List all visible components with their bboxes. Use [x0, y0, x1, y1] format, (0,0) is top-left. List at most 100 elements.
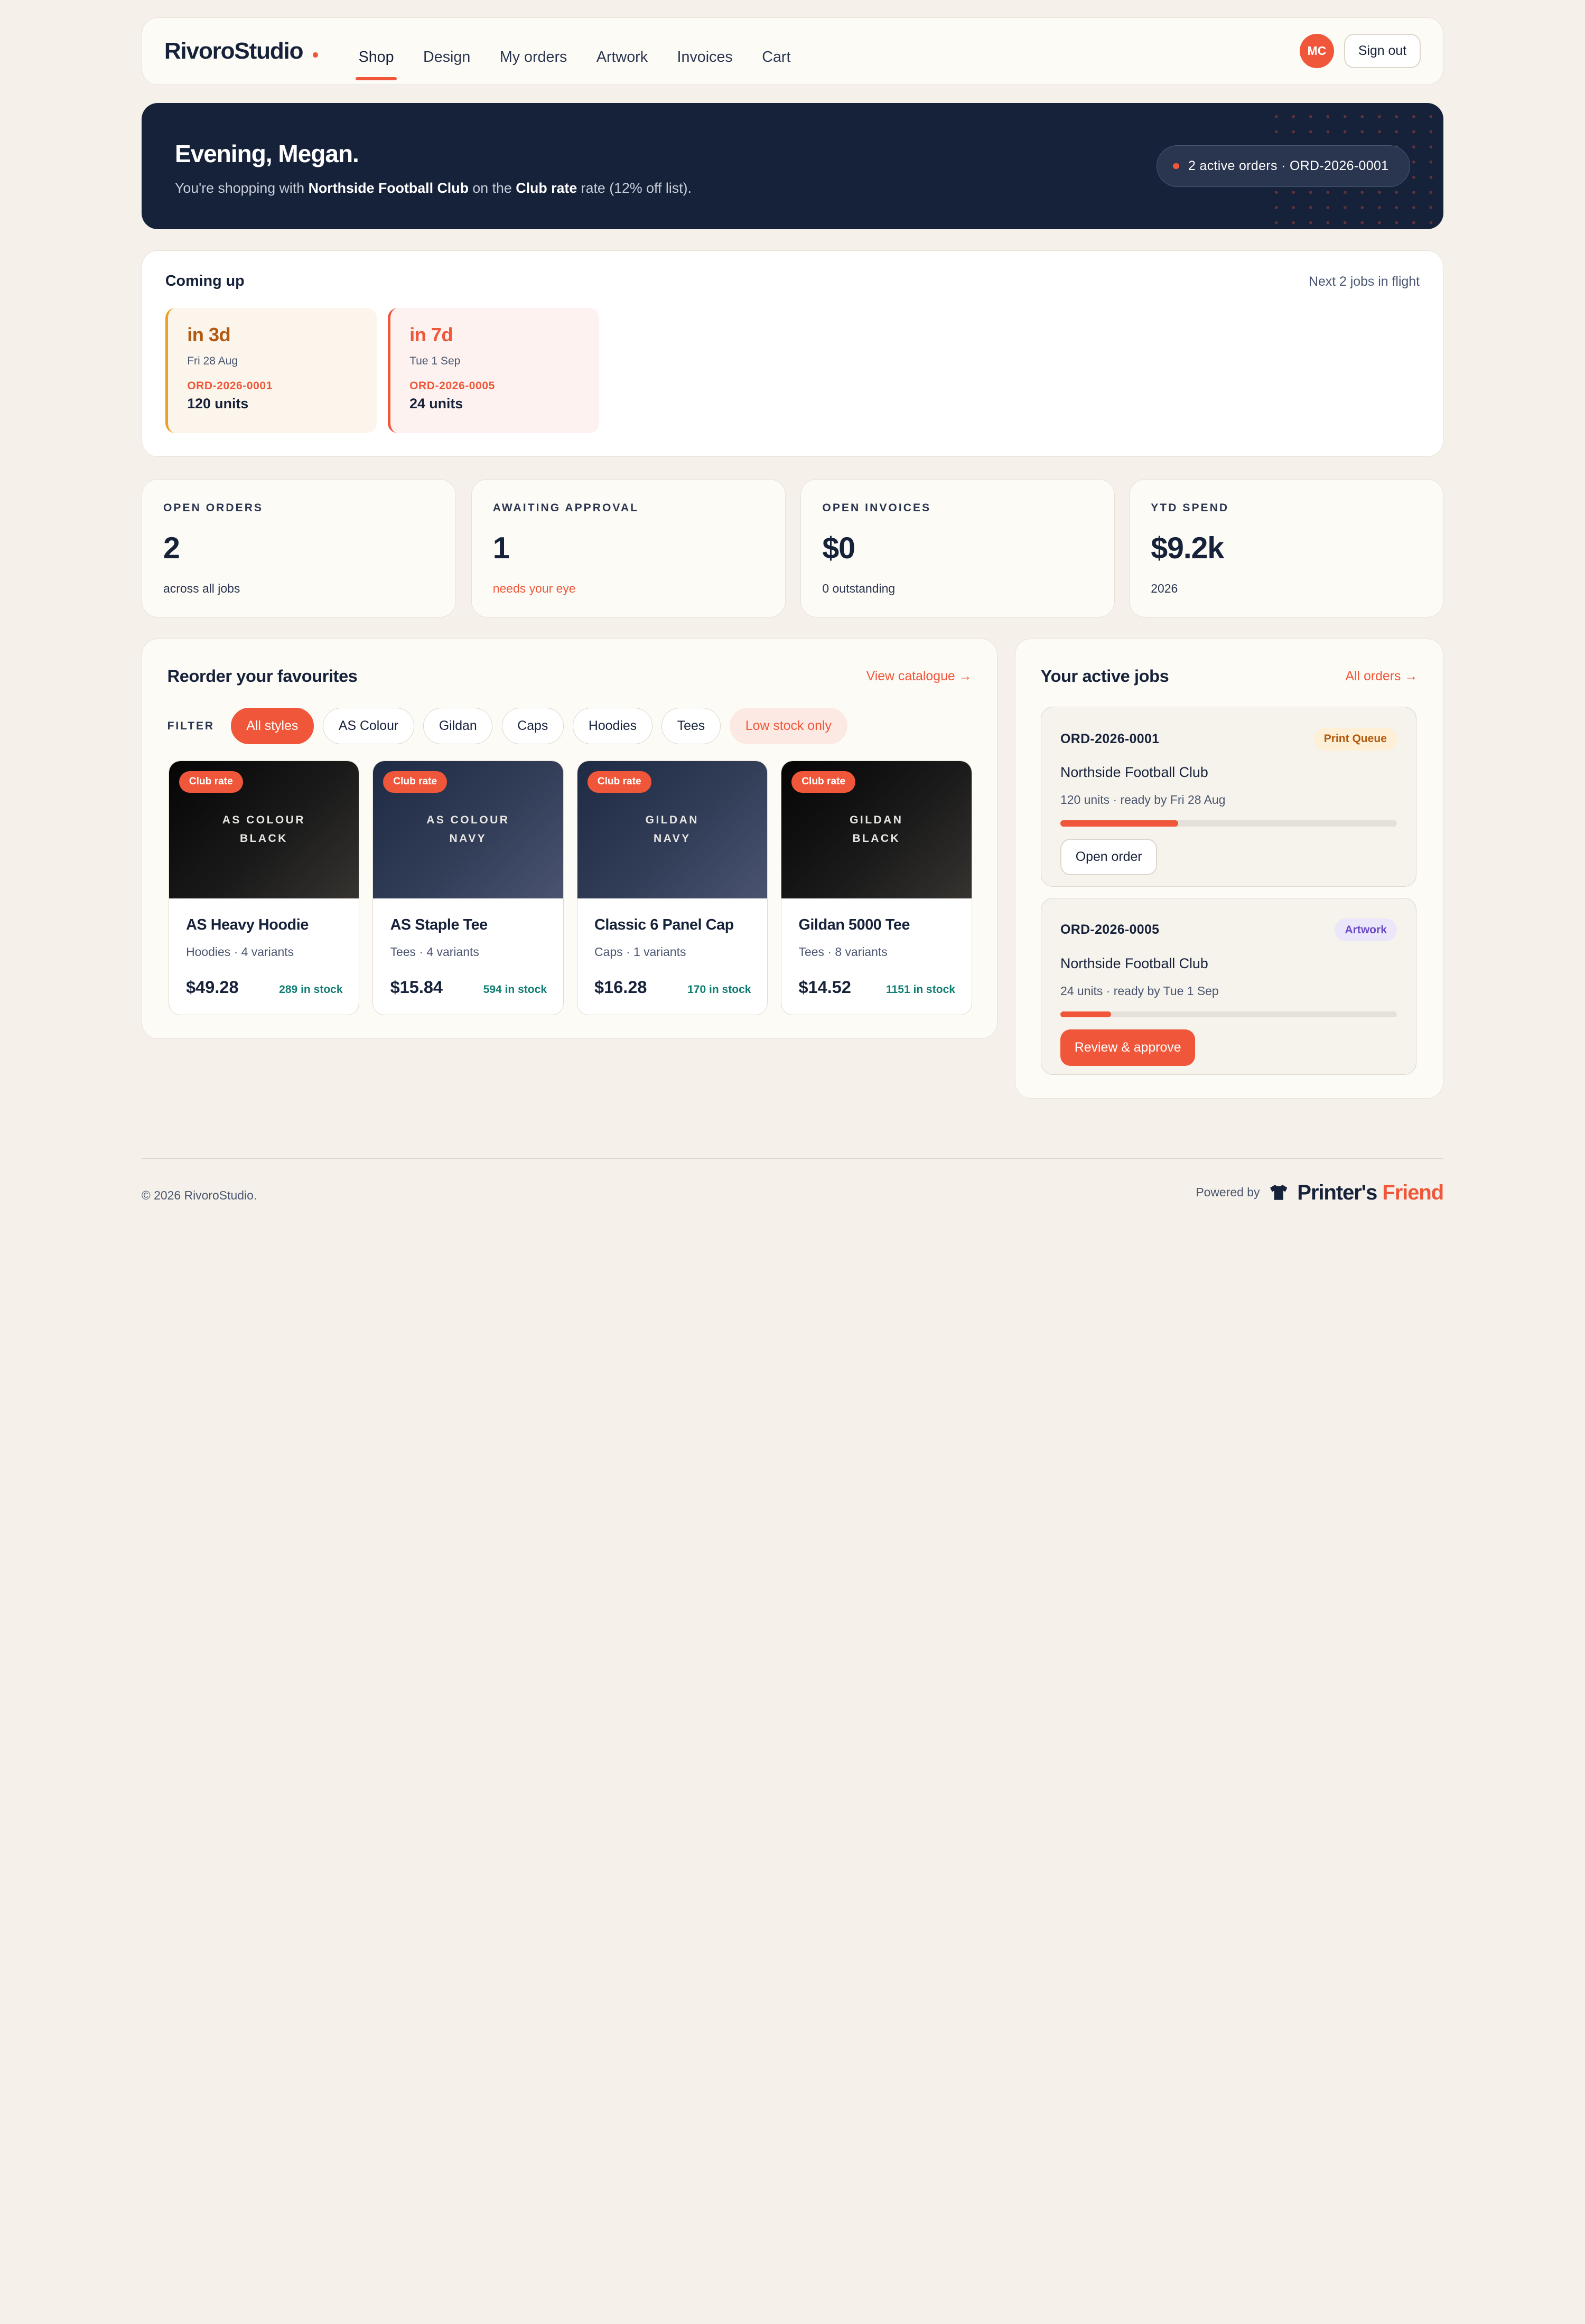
reorder-title: Reorder your favourites [167, 666, 358, 686]
product-name: Classic 6 Panel Cap [594, 916, 734, 934]
filter-chip-gildan[interactable]: Gildan [423, 708, 493, 745]
tile-countdown: in 7d [409, 324, 453, 346]
tile-date: Tue 1 Sep [409, 355, 461, 368]
avatar[interactable]: MC [1299, 34, 1334, 69]
product-card[interactable]: Club rate GILDAN NAVY Classic 6 Panel Cap… [576, 760, 768, 1015]
product-meta: Tees · 4 variants [390, 945, 479, 959]
product-footer: $49.28 289 in stock [186, 978, 342, 997]
stat-label: AWAITING APPROVAL [492, 501, 639, 514]
nav-user-area: MC Sign out [1299, 34, 1421, 69]
product-stock: 289 in stock [279, 983, 343, 996]
footer-powered-by: Powered by Printer's Friend [1196, 1180, 1444, 1205]
club-name: Northside Football Club [308, 180, 469, 196]
job-detail: 120 units · ready by Fri 28 Aug [1060, 793, 1226, 807]
brand-logo[interactable]: RivoroStudio [164, 38, 319, 64]
job-order-id: ORD-2026-0001 [1060, 731, 1160, 746]
job-progress-fill [1060, 1011, 1111, 1018]
product-price: $49.28 [186, 978, 239, 997]
active-orders-pill[interactable]: 2 active orders · ORD-2026-0001 [1156, 145, 1410, 187]
club-rate-badge: Club rate [587, 771, 651, 793]
stat-value: $0 [822, 531, 855, 565]
image-brand: AS COLOUR [222, 814, 305, 827]
filter-chip-hoodies[interactable]: Hoodies [573, 708, 652, 745]
product-meta: Caps · 1 variants [594, 945, 686, 959]
product-image: Club rate AS COLOUR BLACK [169, 761, 359, 898]
job-progress-fill [1060, 820, 1178, 827]
coming-up-title: Coming up [165, 272, 245, 289]
stat-value: 1 [492, 531, 510, 565]
filter-chip-as-colour[interactable]: AS Colour [323, 708, 414, 745]
club-rate-badge: Club rate [791, 771, 856, 793]
stat-open-invoices: OPEN INVOICES $0 0 outstanding [800, 479, 1115, 617]
tshirt-icon [1270, 1185, 1288, 1200]
product-image: Club rate GILDAN NAVY [577, 761, 768, 898]
product-price: $15.84 [390, 978, 443, 997]
job-card: ORD-2026-0005 Artwork Northside Football… [1040, 897, 1417, 1075]
tile-units: 120 units [187, 396, 249, 412]
stat-value: $9.2k [1151, 531, 1224, 565]
footer-copyright: © 2026 RivoroStudio. [141, 1188, 257, 1202]
tile-countdown: in 3d [187, 324, 231, 346]
stat-note: across all jobs [163, 582, 240, 596]
greeting-subtitle: You're shopping with Northside Football … [175, 180, 692, 196]
reorder-favourites-card: Reorder your favourites View catalogue →… [141, 639, 998, 1039]
product-name: AS Staple Tee [390, 916, 488, 934]
tile-units: 24 units [409, 396, 463, 412]
stat-label: OPEN ORDERS [163, 501, 264, 514]
subtitle-mid: on the [468, 180, 516, 196]
upcoming-job-tile[interactable]: in 3d Fri 28 Aug ORD-2026-0001 120 units [165, 307, 377, 433]
image-colour: NAVY [449, 832, 487, 845]
open-order-button[interactable]: Open order [1060, 838, 1158, 875]
active-jobs-title: Your active jobs [1040, 666, 1169, 686]
all-orders-link[interactable]: All orders → [1345, 669, 1418, 684]
active-orders-pill-label: 2 active orders · ORD-2026-0001 [1188, 158, 1389, 174]
top-nav: RivoroStudio Shop Design My orders Artwo… [141, 17, 1444, 85]
nav-link-design[interactable]: Design [423, 18, 470, 85]
stat-value: 2 [163, 531, 180, 565]
subtitle-suffix: rate (12% off list). [577, 180, 692, 196]
tile-order-id: ORD-2026-0005 [409, 380, 495, 392]
nav-link-invoices[interactable]: Invoices [677, 18, 733, 85]
status-dot-icon [1173, 163, 1179, 170]
product-name: Gildan 5000 Tee [798, 916, 910, 934]
nav-link-artwork[interactable]: Artwork [596, 18, 648, 85]
image-brand: GILDAN [645, 814, 699, 827]
product-name: AS Heavy Hoodie [186, 916, 309, 934]
nav-link-my-orders[interactable]: My orders [500, 18, 567, 85]
filter-chip-all-styles[interactable]: All styles [230, 708, 314, 745]
filter-chip-caps[interactable]: Caps [501, 708, 564, 745]
product-card[interactable]: Club rate AS COLOUR NAVY AS Staple Tee Te… [372, 760, 564, 1015]
status-badge: Print Queue [1313, 727, 1397, 751]
coming-up-meta: Next 2 jobs in flight [1309, 274, 1420, 289]
stat-awaiting-approval: AWAITING APPROVAL 1 needs your eye [471, 479, 786, 617]
product-stock: 170 in stock [687, 983, 751, 996]
sign-out-button[interactable]: Sign out [1344, 34, 1421, 69]
partner-logo-part1: Printer's [1297, 1180, 1377, 1204]
review-approve-button[interactable]: Review & approve [1060, 1029, 1196, 1066]
product-image-label: GILDAN BLACK [816, 811, 937, 848]
product-image: Club rate GILDAN BLACK [781, 761, 972, 898]
view-catalogue-link[interactable]: View catalogue → [866, 669, 972, 684]
filter-chip-low-stock[interactable]: Low stock only [730, 708, 847, 745]
filter-chip-tees[interactable]: Tees [661, 708, 721, 745]
product-card[interactable]: Club rate GILDAN BLACK Gildan 5000 Tee Te… [780, 760, 972, 1015]
nav-link-shop[interactable]: Shop [355, 18, 397, 85]
product-meta: Tees · 8 variants [798, 945, 888, 959]
stat-note: 0 outstanding [822, 582, 896, 596]
nav-links: Shop Design My orders Artwork Invoices C… [355, 18, 820, 85]
product-footer: $16.28 170 in stock [594, 978, 751, 997]
product-stock: 1151 in stock [886, 983, 955, 996]
club-rate-badge: Club rate [383, 771, 447, 793]
filter-label: FILTER [167, 719, 215, 732]
footer-divider [141, 1158, 1444, 1159]
powered-by-label: Powered by [1196, 1185, 1260, 1200]
image-brand: GILDAN [850, 814, 903, 827]
product-price: $14.52 [798, 978, 851, 997]
partner-logo[interactable]: Printer's Friend [1297, 1180, 1444, 1205]
upcoming-job-tile[interactable]: in 7d Tue 1 Sep ORD-2026-0005 24 units [387, 307, 599, 433]
tile-order-id: ORD-2026-0001 [187, 380, 273, 392]
product-card[interactable]: Club rate AS COLOUR BLACK AS Heavy Hoodie… [168, 760, 360, 1015]
job-club: Northside Football Club [1060, 764, 1208, 781]
nav-link-cart[interactable]: Cart [762, 18, 790, 85]
job-detail: 24 units · ready by Tue 1 Sep [1060, 984, 1219, 998]
